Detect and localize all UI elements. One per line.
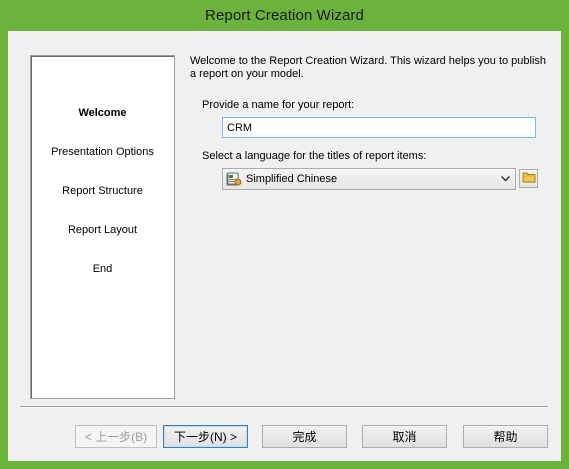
browse-folder-button[interactable] — [519, 169, 538, 188]
report-name-input[interactable] — [222, 117, 536, 138]
back-button[interactable]: < 上一步(B) — [75, 425, 157, 448]
language-flag-icon — [226, 171, 242, 187]
steps-panel: Welcome Presentation Options Report Stru… — [30, 55, 175, 399]
window-title: Report Creation Wizard — [205, 7, 364, 24]
content-pane: Welcome to the Report Creation Wizard. T… — [190, 55, 550, 81]
button-separator — [20, 406, 548, 408]
report-name-label: Provide a name for your report: — [202, 99, 355, 111]
next-button[interactable]: 下一步(N) > — [163, 425, 248, 448]
folder-icon — [522, 170, 536, 188]
language-select[interactable]: Simplified Chinese — [222, 168, 516, 190]
wizard-window: Report Creation Wizard Welcome Presentat… — [0, 0, 569, 469]
title-bar[interactable]: Report Creation Wizard — [0, 0, 569, 31]
help-button[interactable]: 帮助 — [463, 425, 548, 448]
language-label: Select a language for the titles of repo… — [202, 150, 427, 162]
step-welcome: Welcome — [78, 107, 127, 119]
step-report-layout: Report Layout — [67, 224, 138, 236]
chevron-down-icon[interactable] — [497, 171, 513, 187]
cancel-button[interactable]: 取消 — [362, 425, 447, 448]
intro-text: Welcome to the Report Creation Wizard. T… — [190, 55, 547, 80]
finish-button[interactable]: 完成 — [262, 425, 347, 448]
step-end: End — [92, 263, 113, 275]
step-report-structure: Report Structure — [62, 185, 143, 197]
step-presentation-options: Presentation Options — [51, 146, 154, 158]
wizard-client-area: Welcome Presentation Options Report Stru… — [8, 31, 561, 461]
language-select-value: Simplified Chinese — [246, 173, 338, 185]
